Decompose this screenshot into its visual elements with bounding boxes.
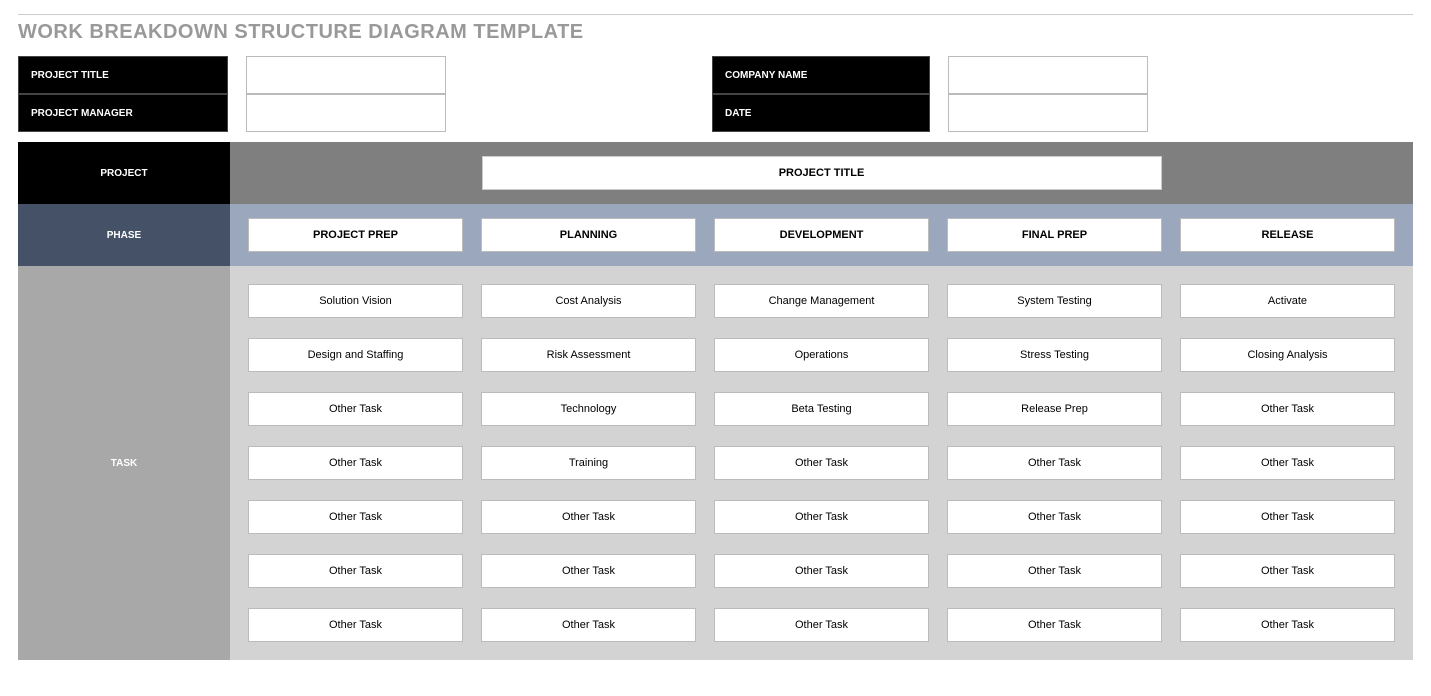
- company-name-label: COMPANY NAME: [712, 56, 930, 94]
- wbs-table: PROJECT PROJECT TITLE PHASE PROJECT PREP…: [18, 142, 1413, 660]
- header-fields: PROJECT TITLE COMPANY NAME PROJECT MANAG…: [18, 56, 1413, 132]
- project-row-content: PROJECT TITLE: [230, 142, 1413, 204]
- task-row: Other Task Training Other Task Other Task Ot…: [248, 446, 1395, 480]
- task-box[interactable]: Technology: [481, 392, 696, 426]
- project-manager-label: PROJECT MANAGER: [18, 94, 228, 132]
- task-box[interactable]: Solution Vision: [248, 284, 463, 318]
- task-box[interactable]: Other Task: [947, 500, 1162, 534]
- task-box[interactable]: Stress Testing: [947, 338, 1162, 372]
- task-box[interactable]: Release Prep: [947, 392, 1162, 426]
- date-label: DATE: [712, 94, 930, 132]
- task-box[interactable]: Other Task: [947, 608, 1162, 642]
- task-box[interactable]: Change Management: [714, 284, 929, 318]
- task-box[interactable]: Other Task: [248, 554, 463, 588]
- task-box[interactable]: Other Task: [947, 446, 1162, 480]
- project-title-box[interactable]: PROJECT TITLE: [482, 156, 1162, 190]
- task-box[interactable]: System Testing: [947, 284, 1162, 318]
- task-row: Solution Vision Cost Analysis Change Manag…: [248, 284, 1395, 318]
- phase-box[interactable]: DEVELOPMENT: [714, 218, 929, 252]
- company-name-input[interactable]: [948, 56, 1148, 94]
- task-row-content: Solution Vision Cost Analysis Change Manag…: [230, 266, 1413, 660]
- task-box[interactable]: Other Task: [248, 392, 463, 426]
- phase-box[interactable]: FINAL PREP: [947, 218, 1162, 252]
- project-title-input[interactable]: [246, 56, 446, 94]
- task-box[interactable]: Other Task: [248, 500, 463, 534]
- project-manager-input[interactable]: [246, 94, 446, 132]
- project-row-label: PROJECT: [18, 142, 230, 204]
- task-box[interactable]: Other Task: [714, 446, 929, 480]
- task-box[interactable]: Other Task: [248, 608, 463, 642]
- project-title-label: PROJECT TITLE: [18, 56, 228, 94]
- task-row: Other Task Other Task Other Task Other Task…: [248, 608, 1395, 642]
- task-box[interactable]: Closing Analysis: [1180, 338, 1395, 372]
- date-input[interactable]: [948, 94, 1148, 132]
- task-box[interactable]: Operations: [714, 338, 929, 372]
- task-box[interactable]: Other Task: [947, 554, 1162, 588]
- task-row: Other Task Technology Beta Testing Release …: [248, 392, 1395, 426]
- task-row: Other Task Other Task Other Task Other Task…: [248, 554, 1395, 588]
- task-box[interactable]: Other Task: [1180, 392, 1395, 426]
- task-box[interactable]: Other Task: [714, 608, 929, 642]
- task-box[interactable]: Other Task: [1180, 500, 1395, 534]
- page-title: WORK BREAKDOWN STRUCTURE DIAGRAM TEMPLAT…: [18, 21, 1413, 44]
- task-box[interactable]: Other Task: [1180, 608, 1395, 642]
- task-box[interactable]: Other Task: [481, 608, 696, 642]
- task-box[interactable]: Activate: [1180, 284, 1395, 318]
- task-box[interactable]: Other Task: [714, 554, 929, 588]
- task-box[interactable]: Other Task: [481, 500, 696, 534]
- task-box[interactable]: Risk Assessment: [481, 338, 696, 372]
- task-row: Other Task Other Task Other Task Other Task…: [248, 500, 1395, 534]
- task-row-label: TASK: [18, 266, 230, 660]
- phase-box[interactable]: RELEASE: [1180, 218, 1395, 252]
- task-row: Design and Staffing Risk Assessment Operat…: [248, 338, 1395, 372]
- task-box[interactable]: Cost Analysis: [481, 284, 696, 318]
- task-box[interactable]: Training: [481, 446, 696, 480]
- task-box[interactable]: Other Task: [1180, 554, 1395, 588]
- phase-box[interactable]: PROJECT PREP: [248, 218, 463, 252]
- phase-row-label: PHASE: [18, 204, 230, 266]
- task-box[interactable]: Other Task: [248, 446, 463, 480]
- phase-row-content: PROJECT PREP PLANNING DEVELOPMENT FINAL PRE…: [230, 204, 1413, 266]
- phase-box[interactable]: PLANNING: [481, 218, 696, 252]
- task-box[interactable]: Beta Testing: [714, 392, 929, 426]
- task-box[interactable]: Other Task: [714, 500, 929, 534]
- task-box[interactable]: Other Task: [1180, 446, 1395, 480]
- task-box[interactable]: Design and Staffing: [248, 338, 463, 372]
- task-box[interactable]: Other Task: [481, 554, 696, 588]
